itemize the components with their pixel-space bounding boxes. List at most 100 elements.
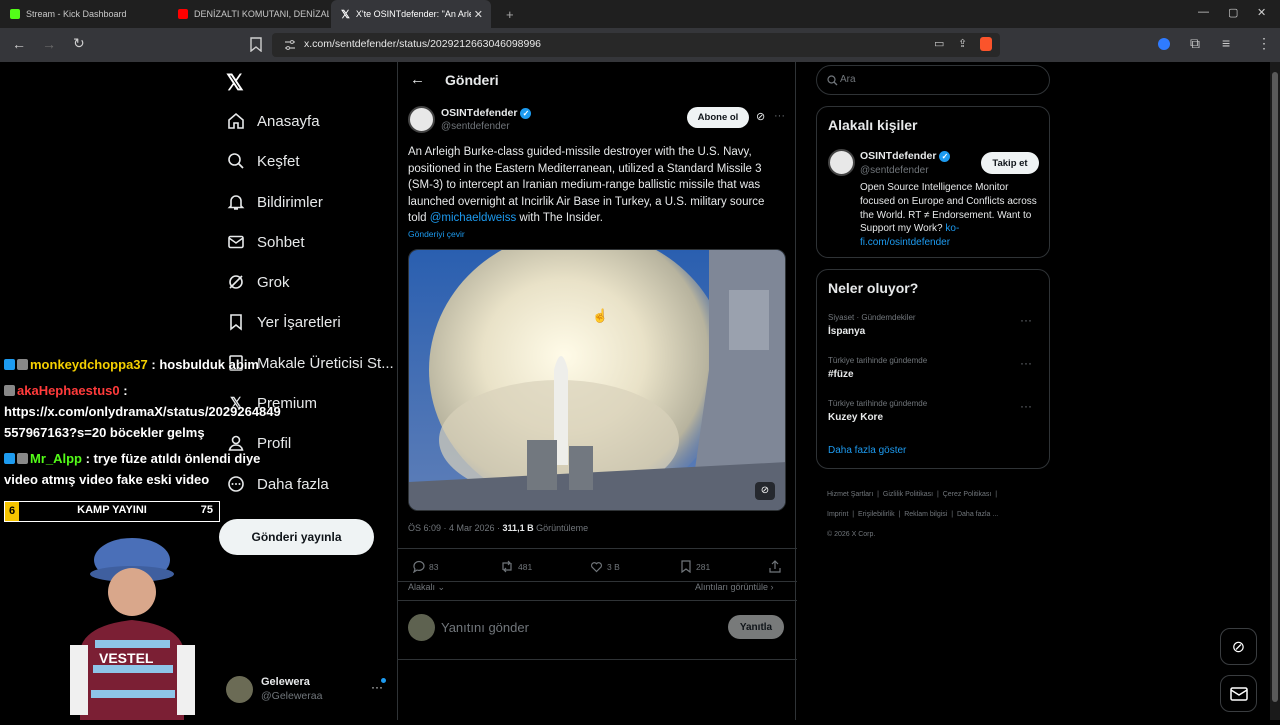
site-info-icon[interactable] (284, 39, 296, 51)
url-box[interactable]: x.com/sentdefender/status/20292126630460… (272, 33, 1000, 57)
x-home-logo-icon[interactable]: 𝕏 (226, 70, 244, 96)
footer-link[interactable]: Imprint (827, 511, 848, 518)
sub-badge-icon (4, 359, 15, 370)
tab-youtube[interactable]: DENİZALTI KOMUTANI, DENİZALTI SA (168, 0, 331, 28)
grok-float-icon[interactable]: ⊘ (1220, 628, 1257, 665)
bookmark-page-icon[interactable] (250, 37, 262, 52)
mail-icon (1229, 686, 1248, 701)
nav-label: Yer İşaretleri (257, 313, 341, 331)
reply-button[interactable]: Yanıtla (728, 615, 784, 639)
nav-chat[interactable]: Sohbet (226, 232, 305, 252)
like-action[interactable]: 3 B (590, 560, 620, 573)
tab-label: X'te OSINTdefender: "An Arlei (355, 9, 471, 19)
footer-link[interactable]: Daha fazla ... (957, 511, 998, 518)
close-tab-icon[interactable]: ✕ (474, 8, 483, 21)
nav-more[interactable]: Daha fazla (226, 474, 329, 494)
brave-shield-icon[interactable] (980, 37, 992, 51)
post-more-icon[interactable]: ··· (774, 110, 785, 122)
trend-more-icon[interactable]: ··· (1020, 399, 1032, 413)
menu-icon[interactable]: ⋮ (1257, 35, 1271, 52)
bookmark-post-icon (681, 560, 691, 573)
chat-line: akaHephaestus0 : (4, 383, 128, 398)
follow-button[interactable]: Takip et (981, 152, 1039, 174)
footer-link[interactable]: Çerez Politikası (943, 491, 992, 498)
trend-item[interactable]: Siyaset · Gündemdekiler İspanya ··· (828, 313, 1040, 337)
extension-avatar-icon[interactable] (1158, 38, 1170, 50)
reload-icon[interactable]: ↻ (73, 35, 85, 52)
footer-link[interactable]: Erişilebilirlik (858, 511, 895, 518)
post-image[interactable]: ⊘ (408, 249, 786, 511)
back-icon[interactable]: ← (12, 36, 26, 52)
bookmark-action[interactable]: 281 (680, 560, 710, 573)
extensions-icon[interactable]: ⧉ (1190, 35, 1200, 52)
playlist-icon[interactable]: ≡ (1222, 35, 1230, 51)
messages-float-button[interactable] (1220, 675, 1257, 712)
nav-notifications[interactable]: Bildirimler (226, 192, 323, 212)
camp-label: KAMP YAYINI (77, 504, 147, 516)
trend-item[interactable]: Türkiye tarihinde gündemde #füze ··· (828, 356, 1040, 380)
camp-progress-bar: 6 KAMP YAYINI 75 (4, 501, 220, 522)
tab-x-post[interactable]: 𝕏 X'te OSINTdefender: "An Arlei ✕ (331, 0, 491, 28)
avatar (226, 676, 253, 703)
footer-links: Hizmet Şartları | Gizlilik Politikası | … (827, 491, 999, 538)
author-handle[interactable]: @sentdefender (441, 121, 510, 132)
account-switcher[interactable]: Gelewera @Geleweraa ··· (226, 674, 386, 708)
scrollbar[interactable] (1270, 62, 1280, 720)
author-avatar[interactable] (408, 106, 435, 133)
subscribe-button[interactable]: Abone ol (687, 107, 749, 128)
footer-link[interactable]: Hizmet Şartları (827, 491, 873, 498)
footer-link[interactable]: Gizlilik Politikası (883, 491, 933, 498)
chat-message: : (119, 383, 128, 398)
person-avatar[interactable] (828, 149, 855, 176)
divider (398, 600, 797, 601)
footer-link[interactable]: Reklam bilgisi (904, 511, 947, 518)
view-label: Görüntüleme (533, 523, 589, 533)
author-name[interactable]: OSINTdefender ✓ (441, 107, 532, 119)
person-handle[interactable]: @sentdefender (860, 165, 929, 176)
back-arrow-icon[interactable]: ← (410, 71, 425, 88)
window-close-icon[interactable]: ✕ (1257, 6, 1266, 19)
compose-post-button[interactable]: Gönderi yayınla (219, 519, 374, 555)
sort-relevant-dropdown[interactable]: Alakalı ⌄ (408, 582, 445, 593)
nav-grok[interactable]: Grok (226, 272, 290, 292)
new-tab-button[interactable]: + (496, 0, 514, 28)
forward-icon[interactable]: → (42, 36, 56, 52)
quotes-label: Alıntıları görüntüle (695, 582, 769, 592)
nav-bookmarks[interactable]: Yer İşaretleri (226, 312, 341, 332)
url-text[interactable]: x.com/sentdefender/status/20292126630460… (304, 38, 541, 50)
cast-icon[interactable]: ▭ (934, 37, 944, 50)
maximize-icon[interactable]: ▢ (1228, 6, 1238, 19)
trend-more-icon[interactable]: ··· (1020, 356, 1032, 370)
share-action[interactable] (769, 560, 785, 573)
repost-action[interactable]: 481 (500, 560, 532, 573)
post-text-tail: with The Insider. (516, 212, 603, 225)
trend-more-icon[interactable]: ··· (1020, 313, 1032, 327)
grok-image-icon[interactable]: ⊘ (755, 482, 775, 500)
scrollbar-thumb[interactable] (1272, 72, 1278, 702)
nav-profile[interactable]: Profil (226, 433, 291, 453)
grok-explain-icon[interactable]: ⊘ (756, 110, 765, 123)
trend-category: Siyaset · Gündemdekiler (828, 313, 916, 322)
divider (398, 659, 797, 660)
chat-line: https://x.com/onlydramaX/status/20292648… (4, 404, 281, 419)
mention-link[interactable]: @michaeldweiss (430, 212, 516, 224)
translate-link[interactable]: Gönderiyi çevir (408, 229, 465, 239)
trend-name: Kuzey Kore (828, 412, 884, 423)
search-box[interactable]: Ara (816, 65, 1050, 95)
reply-input[interactable]: Yanıtını gönder (441, 620, 529, 635)
nav-home[interactable]: Anasayfa (226, 111, 320, 131)
tab-kick[interactable]: Stream - Kick Dashboard (0, 0, 168, 28)
chevron-down-icon: ⌄ (435, 582, 446, 592)
view-quotes-link[interactable]: Alıntıları görüntüle › (695, 582, 774, 592)
minimize-icon[interactable]: — (1198, 6, 1209, 18)
share-icon[interactable]: ⇪ (958, 37, 967, 50)
nav-explore[interactable]: Keşfet (226, 151, 300, 171)
reply-action[interactable]: 83 (412, 560, 438, 573)
chat-line: Mr_Alpp : trye füze atıldı önlendi diye (4, 451, 260, 466)
trend-item[interactable]: Türkiye tarihinde gündemde Kuzey Kore ··… (828, 399, 1040, 423)
divider (398, 548, 797, 549)
show-more-link[interactable]: Daha fazla göster (828, 445, 906, 456)
jersey-text: VESTEL (99, 650, 154, 666)
person-name[interactable]: OSINTdefender ✓ (860, 150, 951, 162)
chat-username: Mr_Alpp (30, 451, 82, 466)
